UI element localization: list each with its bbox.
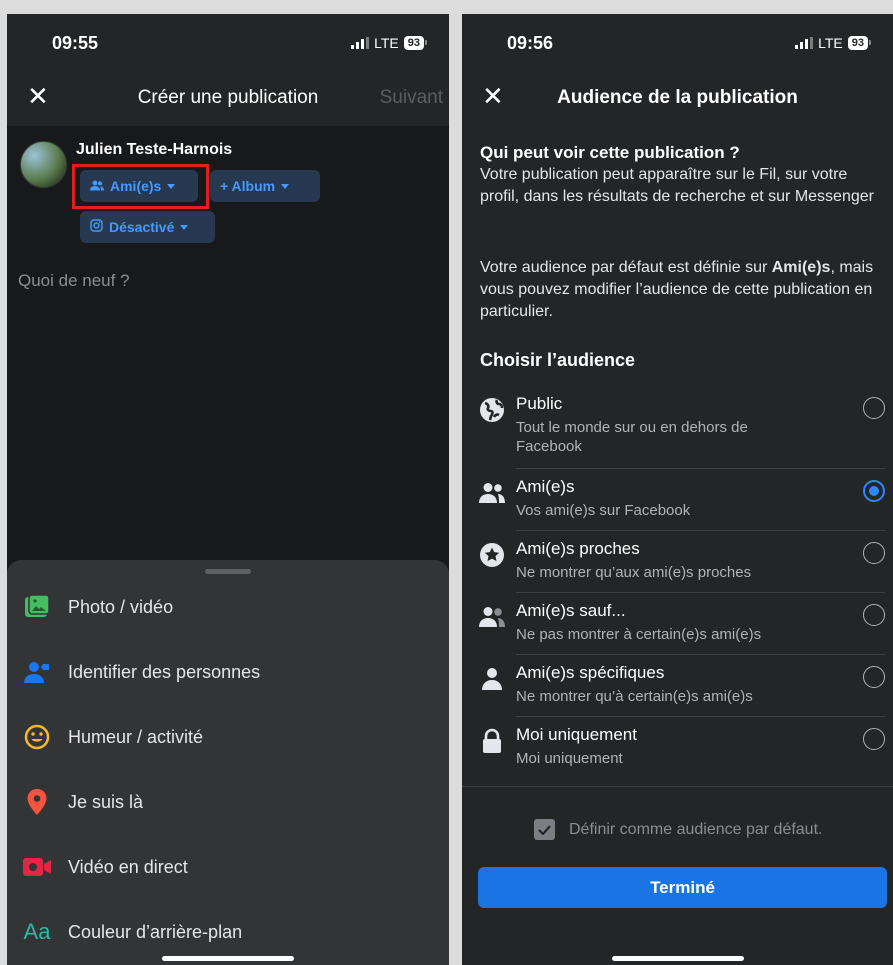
- instagram-label: Désactivé: [109, 219, 175, 235]
- sheet-handle[interactable]: [205, 569, 251, 574]
- home-indicator: [611, 956, 744, 961]
- page-title: Audience de la publication: [557, 87, 798, 108]
- audience-option-specific-friends[interactable]: Ami(e)s spécifiques Ne montrer qu’à cert…: [478, 655, 893, 717]
- battery-icon: 93: [403, 36, 428, 50]
- option-title: Ami(e)s: [516, 477, 575, 496]
- action-sheet: Photo / vidéo Identifier des personnes H…: [7, 560, 449, 965]
- done-button[interactable]: Terminé: [478, 867, 887, 908]
- friends-icon: [478, 479, 506, 507]
- action-label: Humeur / activité: [68, 726, 204, 747]
- signal-icon: [795, 37, 814, 49]
- audience-option-public[interactable]: Public Tout le monde sur ou en dehors de…: [478, 386, 893, 469]
- smiley-icon: [22, 722, 52, 752]
- radio-friends[interactable]: [863, 480, 885, 502]
- status-bar: 09:56 LTE 93: [462, 14, 893, 72]
- audience-option-friends-except[interactable]: Ami(e)s sauf... Ne pas montrer à certain…: [478, 593, 893, 655]
- status-time: 09:56: [507, 33, 554, 53]
- chevron-down-icon: [180, 224, 189, 230]
- action-feeling[interactable]: Humeur / activité: [7, 710, 449, 764]
- note-bold: Ami(e)s: [771, 259, 831, 276]
- user-name: Julien Teste-Harnois: [76, 141, 233, 158]
- intro-text: Votre publication peut apparaître sur le…: [480, 166, 874, 205]
- audience-option-friends[interactable]: Ami(e)s Vos ami(e)s sur Facebook: [478, 469, 893, 531]
- option-title: Ami(e)s sauf...: [516, 601, 626, 620]
- choose-audience-heading: Choisir l’audience: [480, 350, 636, 370]
- post-audience-screen: 09:56 LTE 93 ✕ Audience de la publicatio…: [462, 14, 893, 965]
- live-video-icon: [22, 852, 52, 882]
- instagram-share-button[interactable]: Désactivé: [80, 211, 215, 243]
- nav-bar: ✕ Créer une publication Suivant: [7, 72, 449, 126]
- next-button[interactable]: Suivant: [380, 87, 443, 109]
- option-subtitle: Tout le monde sur ou en dehors de Facebo…: [516, 419, 748, 455]
- home-indicator: [162, 956, 294, 961]
- radio-specific-friends[interactable]: [863, 666, 885, 688]
- option-title: Ami(e)s spécifiques: [516, 663, 665, 682]
- radio-close-friends[interactable]: [863, 542, 885, 564]
- note-prefix: Votre audience par défaut est définie su…: [480, 259, 772, 276]
- tag-people-icon: [22, 657, 52, 687]
- action-label: Photo / vidéo: [68, 596, 174, 617]
- audience-option-only-me[interactable]: Moi uniquement Moi uniquement: [478, 717, 893, 779]
- set-default-row[interactable]: Définir comme audience par défaut.: [534, 819, 822, 840]
- action-label: Identifier des personnes: [68, 661, 261, 682]
- action-label: Vidéo en direct: [68, 856, 188, 877]
- star-icon: [478, 541, 506, 569]
- option-subtitle: Moi uniquement: [516, 750, 623, 767]
- action-checkin[interactable]: Je suis là: [7, 775, 449, 829]
- avatar[interactable]: [20, 141, 67, 188]
- radio-public[interactable]: [863, 397, 885, 419]
- person-icon: [478, 665, 506, 693]
- action-live-video[interactable]: Vidéo en direct: [7, 840, 449, 894]
- intro-heading: Qui peut voir cette publication ?: [480, 143, 740, 162]
- instagram-icon: [90, 219, 103, 235]
- option-title: Ami(e)s proches: [516, 539, 640, 558]
- album-button[interactable]: + Album: [210, 170, 320, 202]
- action-tag-people[interactable]: Identifier des personnes: [7, 645, 449, 699]
- radio-only-me[interactable]: [863, 728, 885, 750]
- audience-option-close-friends[interactable]: Ami(e)s proches Ne montrer qu’aux ami(e)…: [478, 531, 893, 593]
- option-title: Moi uniquement: [516, 725, 637, 744]
- status-time: 09:55: [52, 33, 99, 53]
- network-label: LTE: [818, 35, 843, 51]
- album-label: + Album: [220, 178, 276, 194]
- action-background-color[interactable]: Aa Couleur d’arrière-plan: [7, 905, 449, 959]
- globe-icon: [478, 396, 506, 424]
- default-audience-note: Votre audience par défaut est définie su…: [480, 257, 875, 323]
- action-photo-video[interactable]: Photo / vidéo: [7, 580, 449, 634]
- highlight-box: [72, 164, 209, 209]
- action-label: Couleur d’arrière-plan: [68, 921, 243, 942]
- battery-icon: 93: [847, 36, 872, 50]
- network-label: LTE: [374, 35, 399, 51]
- lock-icon: [478, 727, 506, 755]
- status-bar: 09:55 LTE 93: [7, 14, 449, 72]
- nav-bar: ✕ Audience de la publication: [462, 72, 893, 126]
- text-background-icon: Aa: [23, 919, 51, 944]
- bottom-panel: Définir comme audience par défaut. Termi…: [462, 786, 893, 965]
- friends-except-icon: [478, 603, 506, 631]
- post-text-input[interactable]: Quoi de neuf ?: [18, 271, 130, 291]
- photo-icon: [22, 592, 52, 622]
- option-subtitle: Ne montrer qu’aux ami(e)s proches: [516, 564, 752, 581]
- location-pin-icon: [22, 787, 52, 817]
- create-post-screen: 09:55 LTE 93 ✕ Créer une publication Sui…: [7, 14, 449, 965]
- set-default-label: Définir comme audience par défaut.: [569, 820, 823, 838]
- option-subtitle: Ne pas montrer à certain(e)s ami(e)s: [516, 626, 762, 643]
- option-subtitle: Ne montrer qu’à certain(e)s ami(e)s: [516, 688, 753, 705]
- option-subtitle: Vos ami(e)s sur Facebook: [516, 502, 691, 519]
- chevron-down-icon: [281, 183, 290, 189]
- checkbox-checked-icon[interactable]: [534, 819, 555, 840]
- radio-friends-except[interactable]: [863, 604, 885, 626]
- option-title: Public: [516, 394, 563, 413]
- intro-section: Qui peut voir cette publication ? Votre …: [480, 142, 875, 208]
- action-label: Je suis là: [68, 791, 144, 812]
- signal-icon: [351, 37, 370, 49]
